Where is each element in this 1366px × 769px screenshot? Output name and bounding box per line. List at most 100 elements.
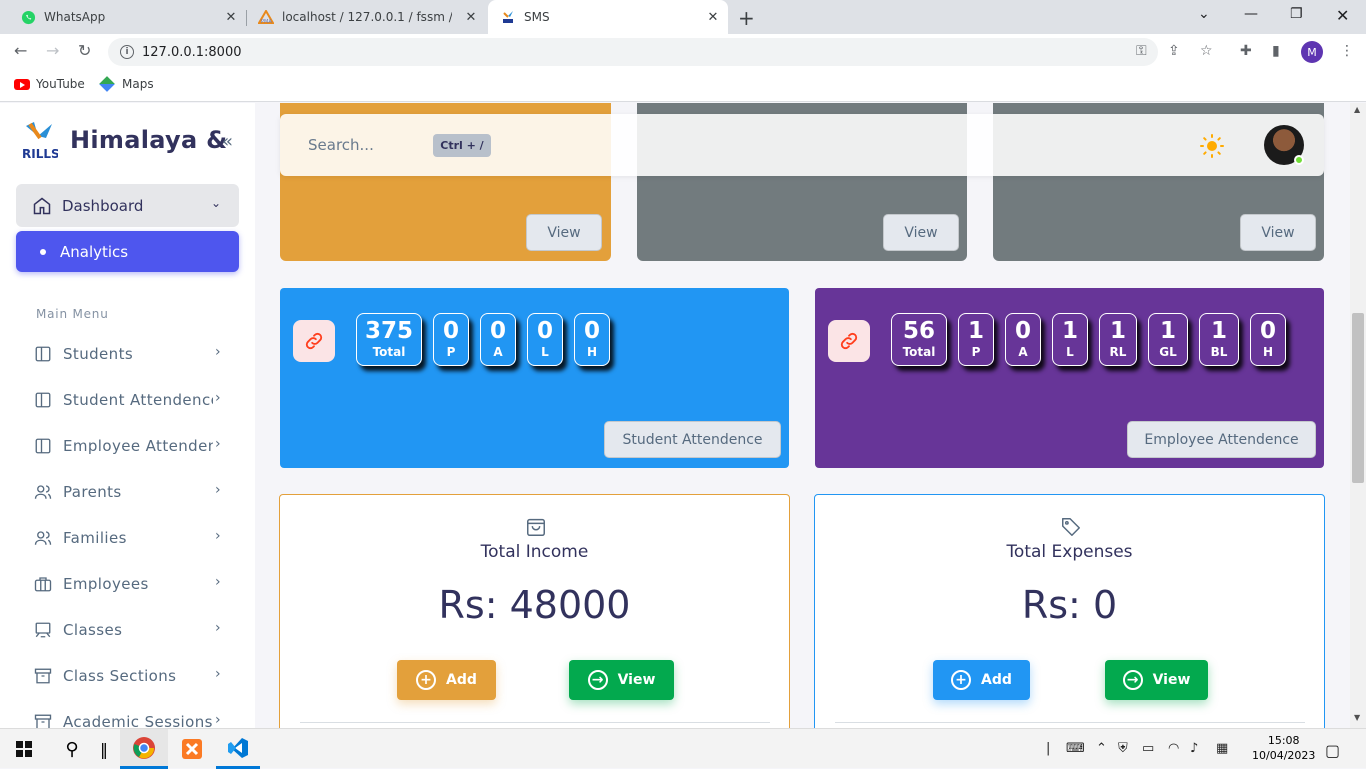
site-info-icon[interactable]: i bbox=[120, 45, 134, 59]
stat-label: GL bbox=[1159, 345, 1177, 359]
whatsapp-icon bbox=[20, 9, 36, 25]
chrome-taskbar-icon[interactable] bbox=[120, 729, 168, 769]
wifi-icon[interactable]: ◠ bbox=[1168, 741, 1179, 756]
employee-attendance-card: 56 Total 1 P 0 A 1 L 1 RL 1 GL 1 BL 0 H bbox=[815, 288, 1324, 468]
start-windows-icon[interactable] bbox=[0, 729, 48, 769]
back-arrow-icon[interactable]: ← bbox=[14, 41, 27, 60]
theme-sun-icon[interactable] bbox=[1200, 134, 1224, 158]
view-expense-button[interactable]: → View bbox=[1105, 660, 1208, 700]
tab-whatsapp[interactable]: WhatsApp ✕ bbox=[0, 0, 246, 34]
sidebar-item-label: Employee Attendence bbox=[63, 437, 213, 455]
security-icon[interactable]: ⛨ bbox=[1118, 741, 1128, 756]
reload-icon[interactable]: ↻ bbox=[78, 41, 91, 60]
top-navbar: Search... Ctrl + / bbox=[280, 114, 1324, 176]
bookmark-maps[interactable]: Maps bbox=[99, 76, 154, 92]
phpmyadmin-icon: PMA bbox=[258, 9, 274, 25]
profile-avatar[interactable]: M bbox=[1301, 41, 1323, 63]
total-expenses-card: Total Expenses Rs: 0 + Add → View bbox=[814, 494, 1325, 728]
system-clock[interactable]: 15:08 10/04/2023 bbox=[1252, 733, 1315, 763]
sidebar-item-employee-attendence[interactable]: Employee Attendence › bbox=[16, 426, 239, 466]
sidebar-item-families[interactable]: Families › bbox=[16, 518, 239, 558]
view-income-button[interactable]: → View bbox=[569, 660, 674, 700]
view-button[interactable]: View bbox=[1240, 214, 1316, 251]
chevron-right-icon: › bbox=[215, 390, 221, 406]
sidebar-item-class-sections[interactable]: Class Sections › bbox=[16, 656, 239, 696]
bookmark-star-icon[interactable]: ☆ bbox=[1200, 43, 1213, 59]
brand[interactable]: RILLS Himalaya & bbox=[22, 120, 227, 160]
scroll-down-arrow-icon[interactable]: ▼ bbox=[1354, 713, 1360, 722]
notifications-icon[interactable]: ▢ bbox=[1325, 741, 1340, 760]
close-tab-icon[interactable]: ✕ bbox=[224, 10, 238, 25]
stat-leave: 1 L bbox=[1052, 313, 1088, 366]
stat-value: 1 bbox=[1210, 318, 1227, 344]
sidebar-item-classes[interactable]: Classes › bbox=[16, 610, 239, 650]
stat-label: H bbox=[1262, 345, 1274, 359]
sidebar-item-students[interactable]: Students › bbox=[16, 334, 239, 374]
scrollbar-thumb[interactable] bbox=[1352, 313, 1364, 483]
view-button[interactable]: View bbox=[883, 214, 959, 251]
vscode-taskbar-icon[interactable] bbox=[216, 729, 260, 769]
page-scrollbar[interactable]: ▲ ▼ bbox=[1350, 103, 1366, 728]
show-hidden-icons-icon[interactable]: ⌃ bbox=[1096, 741, 1107, 756]
sidebar-item-label: Academic Sessions bbox=[63, 713, 213, 728]
employee-attendance-button[interactable]: Employee Attendence bbox=[1127, 421, 1316, 458]
bookmark-youtube[interactable]: YouTube bbox=[14, 77, 85, 91]
forward-arrow-icon[interactable]: → bbox=[46, 41, 59, 60]
add-expense-button[interactable]: + Add bbox=[933, 660, 1030, 700]
sidebar-item-student-attendence[interactable]: Student Attendence › bbox=[16, 380, 239, 420]
close-window-button[interactable]: ✕ bbox=[1336, 6, 1349, 25]
tab-sms[interactable]: SMS ✕ bbox=[488, 0, 728, 34]
stat-label: H bbox=[586, 345, 598, 359]
sidebar-item-label: Class Sections bbox=[63, 667, 177, 685]
sidebar-item-dashboard[interactable]: Dashboard ⌄ bbox=[16, 184, 239, 227]
stat-holiday: 0 H bbox=[1250, 313, 1286, 366]
add-income-button[interactable]: + Add bbox=[397, 660, 496, 700]
brand-logo-icon: RILLS bbox=[22, 122, 58, 160]
users-icon bbox=[34, 529, 52, 547]
sidebar-item-employees[interactable]: Employees › bbox=[16, 564, 239, 604]
link-icon bbox=[293, 320, 335, 362]
address-bar[interactable]: i 127.0.0.1:8000 bbox=[108, 38, 1158, 66]
volume-icon[interactable]: ♪ bbox=[1190, 741, 1198, 756]
battery-icon[interactable]: ▭ bbox=[1142, 741, 1154, 756]
close-tab-icon[interactable]: ✕ bbox=[706, 10, 720, 25]
user-avatar[interactable] bbox=[1264, 125, 1304, 165]
ime-keyboard-icon[interactable]: ▦ bbox=[1216, 741, 1228, 756]
side-panel-icon[interactable]: ▮ bbox=[1272, 43, 1280, 59]
minimize-button[interactable]: — bbox=[1244, 6, 1258, 22]
key-icon[interactable]: ⚿ bbox=[1136, 43, 1147, 59]
clock-time: 15:08 bbox=[1267, 734, 1300, 747]
arrow-right-circle-icon: → bbox=[587, 670, 608, 690]
sidebar-item-analytics[interactable]: Analytics bbox=[16, 231, 239, 272]
stat-label: P bbox=[971, 345, 981, 359]
menu-kebab-icon[interactable]: ⋮ bbox=[1340, 43, 1354, 59]
stat-value: 0 bbox=[536, 318, 553, 344]
student-attendance-button[interactable]: Student Attendence bbox=[604, 421, 781, 458]
sidebar-item-label: Classes bbox=[63, 621, 123, 639]
restore-button[interactable]: ❐ bbox=[1290, 6, 1303, 22]
new-tab-button[interactable]: + bbox=[738, 6, 755, 30]
search-input[interactable]: Search... bbox=[308, 136, 374, 154]
scroll-up-arrow-icon[interactable]: ▲ bbox=[1354, 105, 1360, 114]
sidebar-item-parents[interactable]: Parents › bbox=[16, 472, 239, 512]
collapse-sidebar-icon[interactable]: « bbox=[222, 131, 233, 152]
arrow-right-circle-icon: → bbox=[1122, 670, 1143, 690]
search-icon[interactable]: ⚲ bbox=[50, 729, 94, 769]
share-icon[interactable]: ⇪ bbox=[1168, 43, 1180, 59]
view-button[interactable]: View bbox=[526, 214, 602, 251]
tab-search-icon[interactable]: ⌄ bbox=[1198, 6, 1210, 22]
keyboard-icon[interactable]: ⌨ bbox=[1066, 741, 1085, 756]
archive-icon bbox=[34, 667, 52, 685]
xampp-taskbar-icon[interactable] bbox=[170, 729, 214, 769]
stat-value: 1 bbox=[1061, 318, 1078, 344]
tab-phpmyadmin[interactable]: PMA localhost / 127.0.0.1 / fssm / user … bbox=[246, 0, 486, 34]
close-tab-icon[interactable]: ✕ bbox=[464, 10, 478, 25]
chevron-down-icon: ⌄ bbox=[210, 196, 221, 210]
tray-divider: | bbox=[1046, 741, 1051, 756]
extensions-puzzle-icon[interactable]: ✚ bbox=[1240, 43, 1252, 59]
divider bbox=[300, 722, 770, 723]
card-title: Total Expenses bbox=[1006, 542, 1133, 562]
sidebar-item-academic-sessions[interactable]: Academic Sessions › bbox=[16, 702, 239, 728]
divider bbox=[835, 722, 1305, 723]
task-view-icon[interactable]: ‖ bbox=[94, 729, 114, 769]
